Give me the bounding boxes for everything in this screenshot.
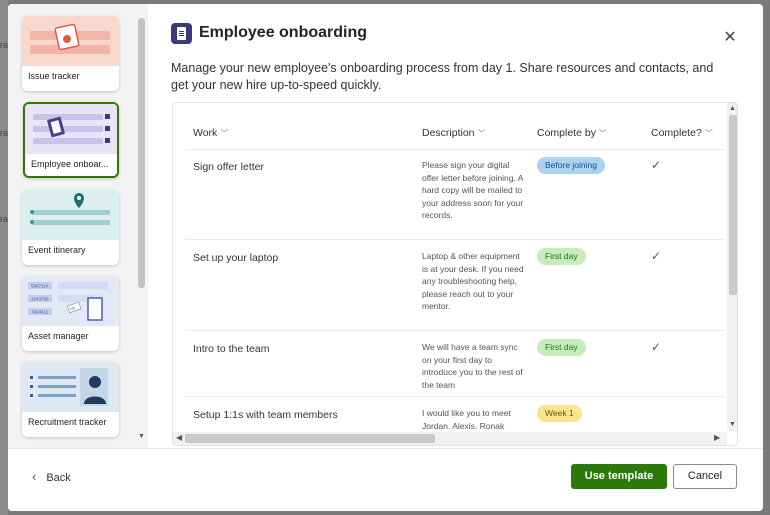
template-card-label: Recruitment tracker <box>28 417 107 427</box>
scrollbar-thumb[interactable] <box>138 18 145 288</box>
clipboard-icon <box>171 23 192 44</box>
template-card-label: Issue tracker <box>28 71 80 81</box>
background-list: ra ra ra <box>0 0 8 515</box>
template-card-label: Employee onboar... <box>31 159 109 169</box>
table-cell-work: Setup 1:1s with team members <box>193 409 338 421</box>
template-card-label: Event itinerary <box>28 245 86 255</box>
table-cell-description: We will have a team sync on your first d… <box>422 342 523 390</box>
scroll-left-arrow-icon[interactable]: ◀ <box>176 433 182 442</box>
scroll-down-arrow-icon[interactable]: ▼ <box>729 421 736 428</box>
background-list-text: ra <box>0 128 9 138</box>
chevron-down-icon: ﹀ <box>477 129 486 138</box>
column-header-description[interactable]: Description ﹀ <box>422 127 486 139</box>
checkmark-icon: ✓ <box>651 340 662 354</box>
scrollbar-thumb[interactable] <box>185 434 435 443</box>
template-card-employee-onboarding[interactable]: Employee onboar... <box>23 102 119 178</box>
scrollbar-thumb[interactable] <box>729 115 737 295</box>
table-vertical-scrollbar[interactable]: ▲ ▼ <box>727 103 737 431</box>
employee-onboarding-thumbnail <box>25 104 117 154</box>
template-card-event-itinerary[interactable]: Event itinerary <box>22 190 119 265</box>
scroll-down-arrow-icon[interactable]: ▼ <box>138 433 145 440</box>
column-header-label: Work <box>193 127 218 139</box>
background-list-text: ra <box>0 214 9 224</box>
asset-tag-text: 5987114 <box>31 284 49 289</box>
table-horizontal-scrollbar[interactable]: ◀ ▶ <box>173 432 727 445</box>
asset-tag-text: 1643756 <box>31 297 49 302</box>
chevron-left-icon: ‹ <box>32 469 37 484</box>
column-header-label: Description <box>422 127 475 139</box>
table-cell-description: Laptop & other equipment is at your desk… <box>422 251 524 311</box>
status-badge: First day <box>537 248 586 265</box>
background-list-text: ra <box>0 40 9 50</box>
column-header-label: Complete by <box>537 127 596 139</box>
column-header-complete[interactable]: Complete? ﹀ <box>651 127 713 139</box>
template-rail-scrollbar[interactable]: ▼ <box>137 14 147 448</box>
event-itinerary-thumbnail <box>22 190 119 240</box>
template-card-issue-tracker[interactable]: Issue tracker <box>22 16 119 91</box>
column-header-work[interactable]: Work ﹀ <box>193 127 228 139</box>
footer-divider <box>8 448 763 449</box>
checkmark-icon: ✓ <box>651 158 662 172</box>
chevron-down-icon: ﹀ <box>220 129 229 138</box>
checkmark-icon: ✓ <box>651 249 662 263</box>
table-cell-description: I would like you to meet Jordan, Alexis,… <box>422 408 511 429</box>
map-pin-icon <box>30 193 110 225</box>
template-card-asset-manager[interactable]: 5987114 1643756 7094612 Id4 Asset manage… <box>22 276 119 351</box>
asset-tag-icon: 5987114 1643756 7094612 Id4 <box>28 282 108 321</box>
status-badge: Before joining <box>537 157 605 174</box>
template-rail: Issue tracker Employee onboar... Event i… <box>8 4 148 448</box>
table-cell-work: Sign offer letter <box>193 161 265 173</box>
template-preview-table: Work ﹀ Description ﹀ Complete by ﹀ Complete… <box>172 102 738 446</box>
clipboard-checklist-icon <box>33 114 110 144</box>
status-badge: First day <box>537 339 586 356</box>
column-header-complete-by[interactable]: Complete by ﹀ <box>537 127 607 139</box>
template-card-label: Asset manager <box>28 331 89 341</box>
asset-manager-thumbnail: 5987114 1643756 7094612 Id4 <box>22 276 119 326</box>
table-cell-work: Set up your laptop <box>193 252 279 264</box>
status-badge: Week 1 <box>537 405 582 422</box>
bug-calendar-icon <box>30 23 110 54</box>
row-divider <box>185 149 725 150</box>
scroll-up-arrow-icon[interactable]: ▲ <box>729 105 736 112</box>
chevron-down-icon: ﹀ <box>704 129 713 138</box>
scroll-right-arrow-icon[interactable]: ▶ <box>714 433 720 442</box>
chevron-down-icon: ﹀ <box>598 129 607 138</box>
use-template-button[interactable]: Use template <box>571 464 667 489</box>
template-card-recruitment-tracker[interactable]: Recruitment tracker <box>22 362 119 437</box>
back-button-label: Back <box>46 472 71 484</box>
back-button[interactable]: ‹ Back <box>32 469 71 484</box>
dialog-title: Employee onboarding <box>199 24 368 41</box>
row-divider <box>185 330 725 331</box>
column-header-label: Complete? <box>651 127 702 139</box>
person-profile-icon <box>30 368 108 406</box>
template-description: Manage your new employee's onboarding pr… <box>171 61 714 92</box>
row-divider <box>185 396 725 397</box>
issue-tracker-thumbnail <box>22 16 119 66</box>
table-cell-work: Intro to the team <box>193 343 270 355</box>
asset-tag-text: 7094612 <box>31 310 49 315</box>
template-dialog: Issue tracker Employee onboar... Event i… <box>8 4 763 511</box>
row-divider <box>185 239 725 240</box>
table-cell-description: Please sign your digital offer letter be… <box>422 160 524 220</box>
recruitment-tracker-thumbnail <box>22 362 119 412</box>
close-icon[interactable]: ✕ <box>722 30 738 46</box>
cancel-button[interactable]: Cancel <box>673 464 737 489</box>
